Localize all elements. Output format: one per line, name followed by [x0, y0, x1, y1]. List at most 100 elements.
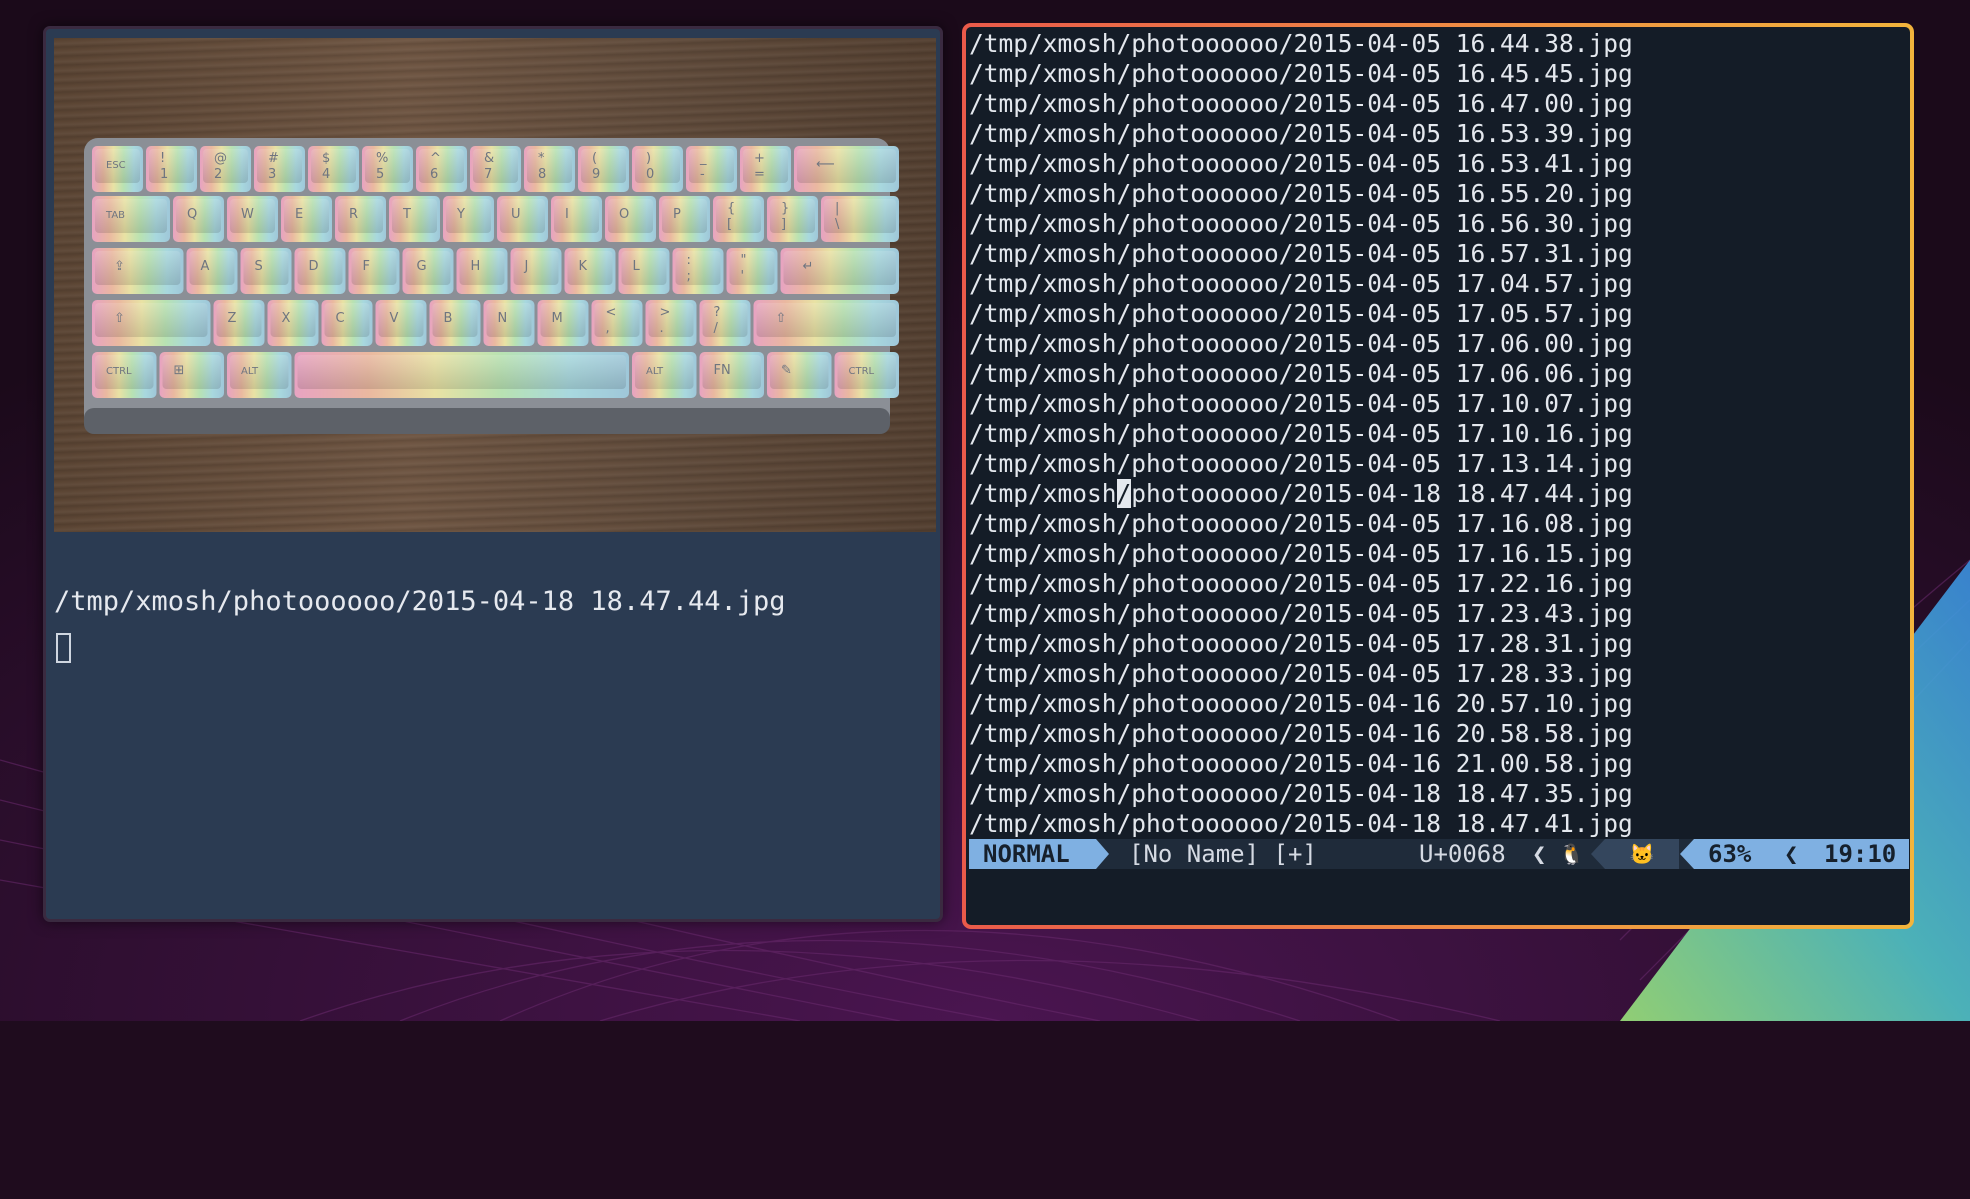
vim-buffer-line[interactable]: /tmp/xmosh/photoooooo/2015-04-05 16.53.3…: [969, 119, 1909, 149]
keycap-top: [432, 303, 478, 337]
keycap-legend: I: [565, 207, 569, 222]
vim-buffer-line[interactable]: /tmp/xmosh/photoooooo/2015-04-05 17.16.0…: [969, 509, 1909, 539]
vim-buffer-line[interactable]: /tmp/xmosh/photoooooo/2015-04-05 17.22.1…: [969, 569, 1909, 599]
keycap-legend: S: [255, 259, 263, 274]
keycap-top: [783, 251, 896, 285]
keycap-legend: D: [309, 259, 319, 274]
vim-buffer-line[interactable]: /tmp/xmosh/photoooooo/2015-04-05 17.10.0…: [969, 389, 1909, 419]
keycap-legend: F: [363, 259, 370, 274]
vim-buffer-line[interactable]: /tmp/xmosh/photoooooo/2015-04-16 20.58.5…: [969, 719, 1909, 749]
keycap-legend: /: [714, 321, 719, 336]
vim-buffer-line[interactable]: /tmp/xmosh/photoooooo/2015-04-05 17.10.1…: [969, 419, 1909, 449]
vim-buffer-line[interactable]: /tmp/xmosh/photoooooo/2015-04-05 16.57.3…: [969, 239, 1909, 269]
keycap-legend: 4: [322, 167, 330, 182]
cat-face-icon: 🐱: [1605, 839, 1679, 869]
keycap-legend: ESC: [106, 160, 126, 171]
image-preview-terminal-window[interactable]: ESC! 1 @2 #3 $4% 5 ^ 6 & 7 * 8 (9) 0 _ - + = ⟵ TAB Q W E R T Y U I O…: [43, 26, 943, 922]
keycap-legend: ⇧: [114, 311, 125, 326]
keycap-legend: CTRL: [106, 366, 132, 377]
vim-buffer-line[interactable]: /tmp/xmosh/photoooooo/2015-04-05 17.28.3…: [969, 629, 1909, 659]
vim-buffer-line[interactable]: /tmp/xmosh/photoooooo/2015-04-05 16.55.2…: [969, 179, 1909, 209]
keycap-top: [243, 251, 289, 285]
keycap-legend: J: [524, 259, 529, 274]
vim-buffer-line[interactable]: /tmp/xmosh/photoooooo/2015-04-18 18.47.3…: [969, 779, 1909, 809]
keycap-legend: #: [268, 151, 279, 166]
keycap-top: [405, 251, 451, 285]
keycap-top: [540, 303, 586, 337]
keycap-top: [338, 199, 383, 233]
keycap-legend: B: [444, 311, 453, 326]
keycap-legend: 7: [484, 167, 492, 182]
keycap-legend: E: [295, 207, 303, 222]
vim-buffer[interactable]: /tmp/xmosh/photoooooo/2015-04-05 16.44.3…: [969, 29, 1909, 839]
vim-buffer-line[interactable]: /tmp/xmosh/photoooooo/2015-04-05 17.13.1…: [969, 449, 1909, 479]
keyboard-photo: ESC! 1 @2 #3 $4% 5 ^ 6 & 7 * 8 (9) 0 _ - + = ⟵ TAB Q W E R T Y U I O…: [54, 38, 936, 532]
vim-buffer-line[interactable]: /tmp/xmosh/photoooooo/2015-04-05 17.05.5…: [969, 299, 1909, 329]
keycap-legend: 8: [538, 167, 546, 182]
keycap-legend: 6: [430, 167, 438, 182]
vim-scroll-percent: 63%: [1708, 840, 1752, 868]
vim-buffer-line[interactable]: /tmp/xmosh/photoooooo/2015-04-16 21.00.5…: [969, 749, 1909, 779]
keycap-legend: <: [606, 305, 617, 320]
keycap-top: [662, 199, 707, 233]
keycap-top: [297, 251, 343, 285]
keycap-legend: :: [687, 253, 691, 268]
keycap-legend: C: [336, 311, 345, 326]
keycap-top: [500, 199, 545, 233]
keycap-legend: 1: [160, 167, 168, 182]
keycap-legend: @: [214, 151, 227, 166]
vim-editor-window[interactable]: /tmp/xmosh/photoooooo/2015-04-05 16.44.3…: [962, 23, 1914, 929]
keycap-legend: ?: [714, 305, 721, 320]
keycap-top: [608, 199, 653, 233]
vim-buffer-line[interactable]: /tmp/xmosh/photoooooo/2015-04-16 20.57.1…: [969, 689, 1909, 719]
keycap-top: [162, 355, 221, 389]
vim-buffer-line[interactable]: /tmp/xmosh/photoooooo/2015-04-05 16.53.4…: [969, 149, 1909, 179]
keycap-top: [716, 199, 761, 233]
keycap-legend: U: [511, 207, 521, 222]
keycap-legend: O: [619, 207, 629, 222]
keycap-top: [770, 355, 829, 389]
keycap-legend: A: [201, 259, 210, 274]
vim-buffer-line[interactable]: /tmp/xmosh/photoooooo/2015-04-18 18.47.4…: [969, 809, 1909, 839]
vim-buffer-line[interactable]: /tmp/xmosh/photoooooo/2015-04-05 17.16.1…: [969, 539, 1909, 569]
vim-buffer-line[interactable]: /tmp/xmosh/photoooooo/2015-04-05 16.47.0…: [969, 89, 1909, 119]
vim-buffer-line[interactable]: /tmp/xmosh/photoooooo/2015-04-18 18.47.4…: [969, 479, 1909, 509]
keycap-legend: V: [390, 311, 399, 326]
vim-statusline: NORMAL [No Name] [+] U+0068 ❮ 🐧 🐱 63% ❮ …: [969, 839, 1909, 869]
keycap-top: [95, 251, 181, 285]
keycap-legend: 0: [646, 167, 654, 182]
vim-buffer-line[interactable]: /tmp/xmosh/photoooooo/2015-04-05 17.06.0…: [969, 359, 1909, 389]
keycap-top: [743, 149, 788, 183]
keycap-legend: +: [754, 151, 765, 166]
keycap-top: [554, 199, 599, 233]
vim-buffer-line[interactable]: /tmp/xmosh/photoooooo/2015-04-05 16.56.3…: [969, 209, 1909, 239]
keycap-top: [594, 303, 640, 337]
keycap-legend: ,: [606, 321, 610, 336]
vim-position-section: 63% ❮ 19:10: [1694, 839, 1909, 869]
keycap-top: [702, 355, 761, 389]
keycap-legend: ALT: [241, 366, 259, 377]
keycap-top: [797, 149, 896, 183]
keycap-legend: G: [417, 259, 427, 274]
vim-buffer-line[interactable]: /tmp/xmosh/photoooooo/2015-04-05 17.28.3…: [969, 659, 1909, 689]
vim-buffer-line[interactable]: /tmp/xmosh/photoooooo/2015-04-05 16.44.3…: [969, 29, 1909, 59]
keycap-top: [446, 199, 491, 233]
keycap-top: [527, 149, 572, 183]
keycap-legend: 2: [214, 167, 222, 182]
powerline-separator: ❮: [1532, 840, 1547, 868]
keycap-top: [729, 251, 775, 285]
keycap-top: [270, 303, 316, 337]
vim-buffer-line[interactable]: /tmp/xmosh/photoooooo/2015-04-05 17.04.5…: [969, 269, 1909, 299]
keycap-legend: ": [741, 253, 747, 268]
keycap-legend: ;: [687, 269, 691, 284]
keycap-legend: =: [754, 167, 765, 182]
vim-buffer-line[interactable]: /tmp/xmosh/photoooooo/2015-04-05 17.06.0…: [969, 329, 1909, 359]
keycap-legend: ⇪: [114, 259, 125, 274]
keycap-legend: }: [781, 201, 789, 216]
keycap-legend: 5: [376, 167, 384, 182]
powerline-arrow: [1680, 839, 1694, 869]
keyboard-keycaps: ESC !1 @2 #3 $4%5 ^6 &7 *8 (9)0 _- += ⟵ TAB Q W E R T Y U I O…: [84, 138, 899, 434]
vim-buffer-line[interactable]: /tmp/xmosh/photoooooo/2015-04-05 17.23.4…: [969, 599, 1909, 629]
vim-buffer-line[interactable]: /tmp/xmosh/photoooooo/2015-04-05 16.45.4…: [969, 59, 1909, 89]
keycap-legend: TAB: [105, 210, 125, 221]
